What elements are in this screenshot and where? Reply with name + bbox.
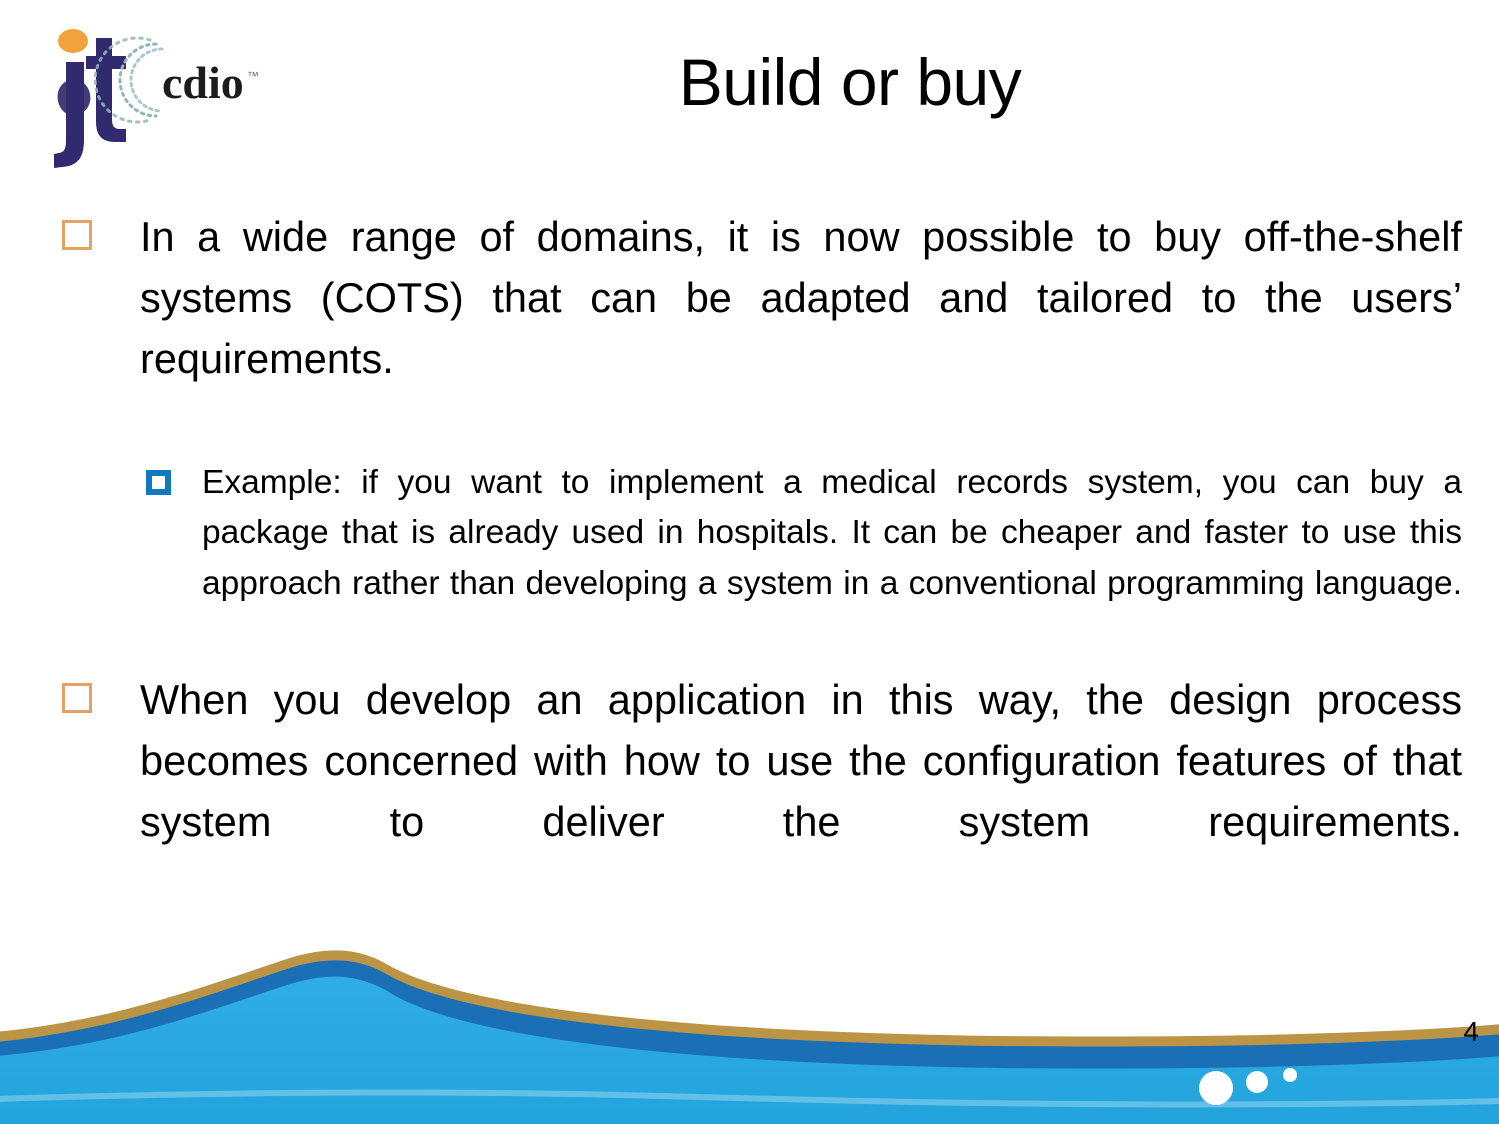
square-bullet-icon [146, 470, 171, 495]
bullet-level2-1: Example: if you want to implement a medi… [140, 458, 1462, 659]
square-bullet-icon [62, 683, 92, 713]
bullet-text: When you develop an application in this … [140, 676, 1462, 845]
footer-wave-graphic [0, 924, 1499, 1124]
logo-trademark-icon: ™ [247, 69, 259, 83]
bullet-text: Example: if you want to implement a medi… [202, 464, 1462, 602]
logo-orange-dot [58, 29, 88, 53]
square-bullet-icon [62, 220, 92, 250]
wave-dot-2 [1246, 1071, 1268, 1093]
bullet-level1-2: When you develop an application in this … [52, 669, 1462, 913]
wave-dot-1 [1199, 1071, 1233, 1105]
logo-jt-monogram [54, 38, 126, 168]
page-title: Build or buy [678, 45, 1022, 119]
bullet-level1-1: In a wide range of domains, it is now po… [52, 206, 1462, 450]
logo-wordmark: cdio [162, 57, 244, 108]
bullet-text: In a wide range of domains, it is now po… [140, 213, 1462, 382]
cdio-logo: cdio ™ [36, 18, 266, 178]
slide-body: In a wide range of domains, it is now po… [52, 206, 1462, 915]
page-number: 4 [1463, 1016, 1479, 1047]
slide: cdio ™ Build or buy In a wide range of d… [0, 0, 1499, 1124]
wave-dot-3 [1283, 1068, 1297, 1082]
